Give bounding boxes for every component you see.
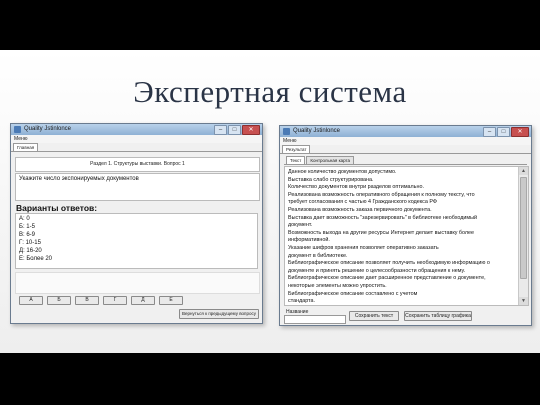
answer-option: Г: 10-15 xyxy=(19,240,41,246)
answer-option: А: 0 xyxy=(19,216,30,222)
answer-g-button[interactable]: Г xyxy=(103,296,127,305)
answer-option: Е: Более 20 xyxy=(19,256,52,262)
section-heading: Раздел 1. Структуры выставки. Вопрос 1 xyxy=(90,161,185,167)
left-tabs: Главная xyxy=(11,143,262,152)
minimize-icon[interactable]: – xyxy=(214,125,227,135)
save-text-button[interactable]: Сохранить текст xyxy=(349,311,399,321)
result-line: Реализована возможность заказа первичног… xyxy=(288,206,432,213)
answer-e-button[interactable]: Е xyxy=(159,296,183,305)
result-line: Выставка слабо структурирована. xyxy=(288,176,374,183)
scroll-thumb[interactable] xyxy=(520,177,527,279)
answer-b-button[interactable]: Б xyxy=(47,296,71,305)
result-line: Данное количество документов допустимо. xyxy=(288,169,397,175)
right-menu[interactable]: Меню xyxy=(280,137,531,145)
left-app-window: Quality Jstinlonce – □ ✕ Меню Главная Ра… xyxy=(10,123,263,324)
section-heading-box: Раздел 1. Структуры выставки. Вопрос 1 xyxy=(15,157,260,172)
result-text-area[interactable]: Данное количество документов допустимо. В… xyxy=(284,166,529,306)
maximize-icon[interactable]: □ xyxy=(228,125,241,135)
scroll-down-icon[interactable]: ▼ xyxy=(519,297,528,305)
result-line: документ в библиотеке. xyxy=(288,252,348,259)
question-box: Укажите число экспонируемых документов xyxy=(15,173,260,201)
result-line: некоторые элементы можно упростить. xyxy=(288,282,387,289)
back-to-previous-question-button[interactable]: Вернуться к предыдущему вопросу xyxy=(179,309,259,319)
subtab-text[interactable]: Текст xyxy=(286,156,306,164)
slide: Экспертная система Quality Jstinlonce – … xyxy=(0,50,540,353)
name-input[interactable] xyxy=(284,315,346,324)
app-icon xyxy=(283,128,290,135)
vertical-scrollbar[interactable]: ▲ ▼ xyxy=(518,167,528,305)
result-line: Указание шифров хранения позволяет опера… xyxy=(288,244,439,251)
result-line: Библиографическое описание дает расширен… xyxy=(288,275,486,282)
result-line: Библиографическое описание составлено с … xyxy=(288,290,418,297)
answer-option: В: 6-9 xyxy=(19,232,36,238)
result-line: Количество документов внутри разделов оп… xyxy=(288,184,424,191)
result-line: Выставка дает возможность "зарезервирова… xyxy=(288,214,477,221)
close-icon[interactable]: ✕ xyxy=(511,127,529,137)
answer-option: Д: 16-20 xyxy=(19,248,42,254)
maximize-icon[interactable]: □ xyxy=(497,127,510,137)
question-text: Укажите число экспонируемых документов xyxy=(19,176,139,182)
tab-main[interactable]: Главная xyxy=(13,143,39,151)
left-window-title: Quality Jstinlonce xyxy=(24,126,72,132)
answers-footer-area xyxy=(15,272,260,294)
minimize-icon[interactable]: – xyxy=(483,127,496,137)
right-window-title: Quality Jstinlonce xyxy=(293,128,341,134)
left-menu[interactable]: Меню xyxy=(11,135,262,143)
answer-option: Б: 1-5 xyxy=(19,224,35,230)
answer-a-button[interactable]: А xyxy=(19,296,43,305)
left-titlebar: Quality Jstinlonce – □ ✕ xyxy=(11,124,262,135)
result-lines: Данное количество документов допустимо. В… xyxy=(285,167,528,305)
result-line: требует согласования с частью 4 Гражданс… xyxy=(288,199,437,206)
answers-header: Варианты ответов: xyxy=(16,203,98,213)
result-line: информативной. xyxy=(288,237,330,244)
result-line: стандарта. xyxy=(288,298,316,305)
result-line: документе и принять решение о целесообра… xyxy=(288,267,466,274)
app-icon xyxy=(14,126,21,133)
right-tabs: Результат xyxy=(280,145,531,154)
right-app-window: Quality Jstinlonce – □ ✕ Меню Результат … xyxy=(279,125,532,326)
save-chart-table-button[interactable]: Сохранить таблицу графика xyxy=(404,311,472,321)
slide-title: Экспертная система xyxy=(133,74,407,109)
right-titlebar: Quality Jstinlonce – □ ✕ xyxy=(280,126,531,137)
answer-v-button[interactable]: В xyxy=(75,296,99,305)
answers-box: А: 0 Б: 1-5 В: 6-9 Г: 10-15 Д: 16-20 Е: … xyxy=(15,213,258,269)
result-line: Реализована возможность оперативного обр… xyxy=(288,191,475,198)
answer-d-button[interactable]: Д xyxy=(131,296,155,305)
close-icon[interactable]: ✕ xyxy=(242,125,260,135)
right-subtabs: Текст Контрольная карта xyxy=(284,156,527,165)
answer-buttons-row: А Б В Г Д Е xyxy=(19,296,239,305)
result-line: документ. xyxy=(288,222,313,229)
scroll-up-icon[interactable]: ▲ xyxy=(519,167,528,175)
tab-result[interactable]: Результат xyxy=(282,145,311,153)
result-line: Библиографическое описание позволяет пол… xyxy=(288,260,490,267)
subtab-control-chart[interactable]: Контрольная карта xyxy=(306,156,355,164)
